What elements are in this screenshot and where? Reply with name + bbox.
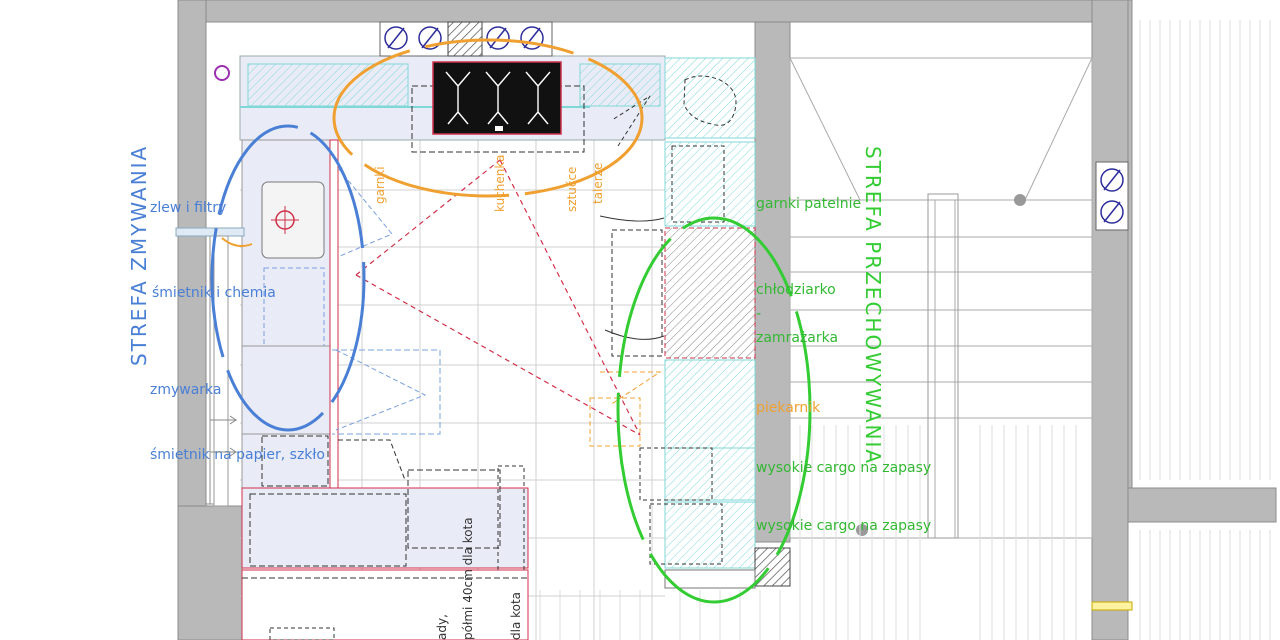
label-dash: - xyxy=(756,306,761,322)
label-waste-paper-glass: śmietnik na papier, szkło xyxy=(150,447,325,463)
wall-sockets-right xyxy=(1095,161,1129,231)
top-counter xyxy=(239,55,666,153)
label-dishwasher: zmywarka xyxy=(150,382,222,398)
label-cat-shelf: półmi 40cm dla kota xyxy=(461,517,475,640)
storage-zone-title: STREFA PRZECHOWYWANIA xyxy=(861,146,885,465)
label-stove: kuchenka xyxy=(493,155,507,212)
label-freezer: zamrażarka xyxy=(756,330,838,346)
label-cargo-2: wysokie cargo na zapasy xyxy=(756,518,931,534)
label-for-cat: dla kota xyxy=(509,592,523,640)
label-cargo-1: wysokie cargo na zapasy xyxy=(756,460,931,476)
label-pots: garnki xyxy=(373,166,387,204)
washing-zone-title: STREFA ZMYWANIA xyxy=(127,145,151,366)
label-sink: zlew i filtry xyxy=(150,200,226,216)
bottom-counter xyxy=(241,465,529,640)
label-plates: talerze xyxy=(591,163,605,204)
label-oven: piekarnik xyxy=(756,400,821,416)
label-fridge: chłodziarko xyxy=(756,282,836,298)
label-waste-chemicals: śmietnik i chemia xyxy=(152,285,276,301)
fridge xyxy=(664,227,756,359)
marker-icon xyxy=(214,65,230,81)
kitchen-floor-plan: zlew i filtry śmietnik i chemia zmywarka… xyxy=(127,0,1277,640)
cooktop xyxy=(432,61,562,135)
label-pots-pans: garnki patelnie xyxy=(756,196,861,212)
label-cutlery: sztućce xyxy=(565,167,579,212)
label-misc: ady, xyxy=(435,614,449,640)
